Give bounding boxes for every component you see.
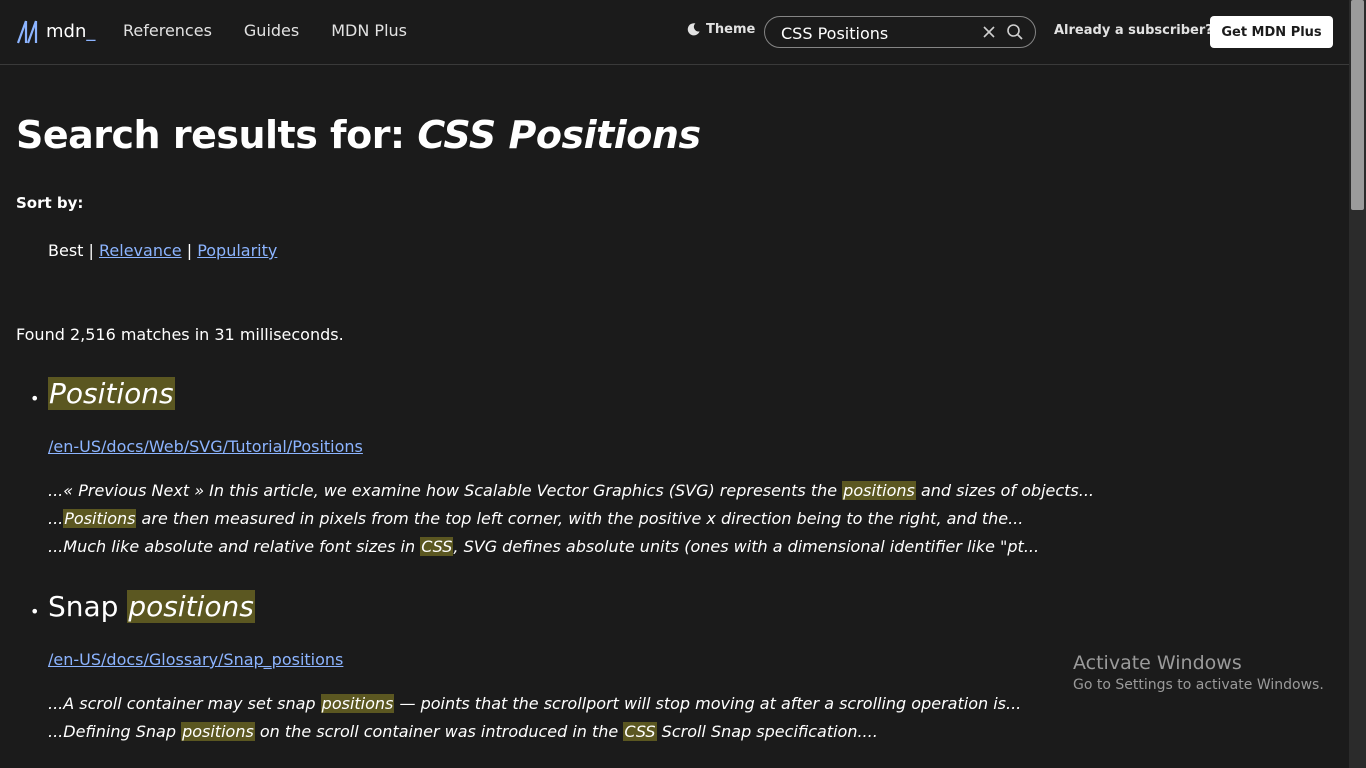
moon-icon [687,23,700,36]
result-snippet: ...Positions are then measured in pixels… [48,509,1024,528]
already-subscriber-link[interactable]: Already a subscriber? [1054,23,1213,38]
logo-text: mdn [46,20,87,42]
sort-relevance-link[interactable]: Relevance [99,241,182,260]
watermark-subtitle: Go to Settings to activate Windows. [1073,677,1324,693]
result-url[interactable]: /en-US/docs/Glossary/Snap_positions [48,650,343,669]
close-icon[interactable] [981,24,997,40]
result-url[interactable]: /en-US/docs/Web/SVG/Tutorial/Positions [48,437,363,456]
result-snippet: ...« Previous Next » In this article, we… [48,481,1095,500]
result-title-highlight: positions [127,590,255,623]
result-snippet: ...A scroll container may set snap posit… [48,694,1022,713]
nav-guides[interactable]: Guides [244,21,299,40]
windows-activation-watermark: Activate Windows Go to Settings to activ… [1073,652,1324,693]
top-header: mdn_ References Guides MDN Plus Theme Al… [0,0,1349,65]
result-snippet: ...Much like absolute and relative font … [48,537,1040,556]
search-input[interactable] [781,23,971,43]
result-snippet: ...Defining Snap positions on the scroll… [48,722,878,741]
title-query: CSS Positions [417,113,701,157]
result-title-text: Snap [48,590,128,623]
search-box [764,16,1036,48]
theme-label: Theme [706,22,756,37]
list-bullet: • [30,602,40,621]
mdn-logo[interactable]: mdn _ [16,18,95,46]
sort-popularity-link[interactable]: Popularity [197,241,277,260]
sort-separator: | [88,241,94,260]
list-bullet: • [30,389,40,408]
result-title-highlight: Positions [48,377,175,410]
nav-mdn-plus[interactable]: MDN Plus [331,21,407,40]
result-title[interactable]: Positions [48,377,175,410]
result-title[interactable]: Snap positions [48,590,255,623]
page-title: Search results for: CSS Positions [16,113,701,157]
nav-references[interactable]: References [123,21,212,40]
sort-separator: | [186,241,193,260]
sort-options: Best | Relevance | Popularity [48,241,277,260]
logo-underscore: _ [86,20,96,42]
main-nav: References Guides MDN Plus [123,21,407,40]
title-prefix: Search results for: [16,113,418,157]
get-mdn-plus-button[interactable]: Get MDN Plus [1210,16,1333,48]
mdn-logo-icon [16,20,38,44]
results-count: Found 2,516 matches in 31 milliseconds. [16,325,344,344]
search-icon[interactable] [1006,23,1024,41]
sort-label: Sort by: [16,194,84,212]
theme-button[interactable]: Theme [686,22,755,37]
scrollbar-thumb[interactable] [1351,0,1364,210]
watermark-title: Activate Windows [1073,652,1242,674]
sort-best: Best [48,241,84,260]
